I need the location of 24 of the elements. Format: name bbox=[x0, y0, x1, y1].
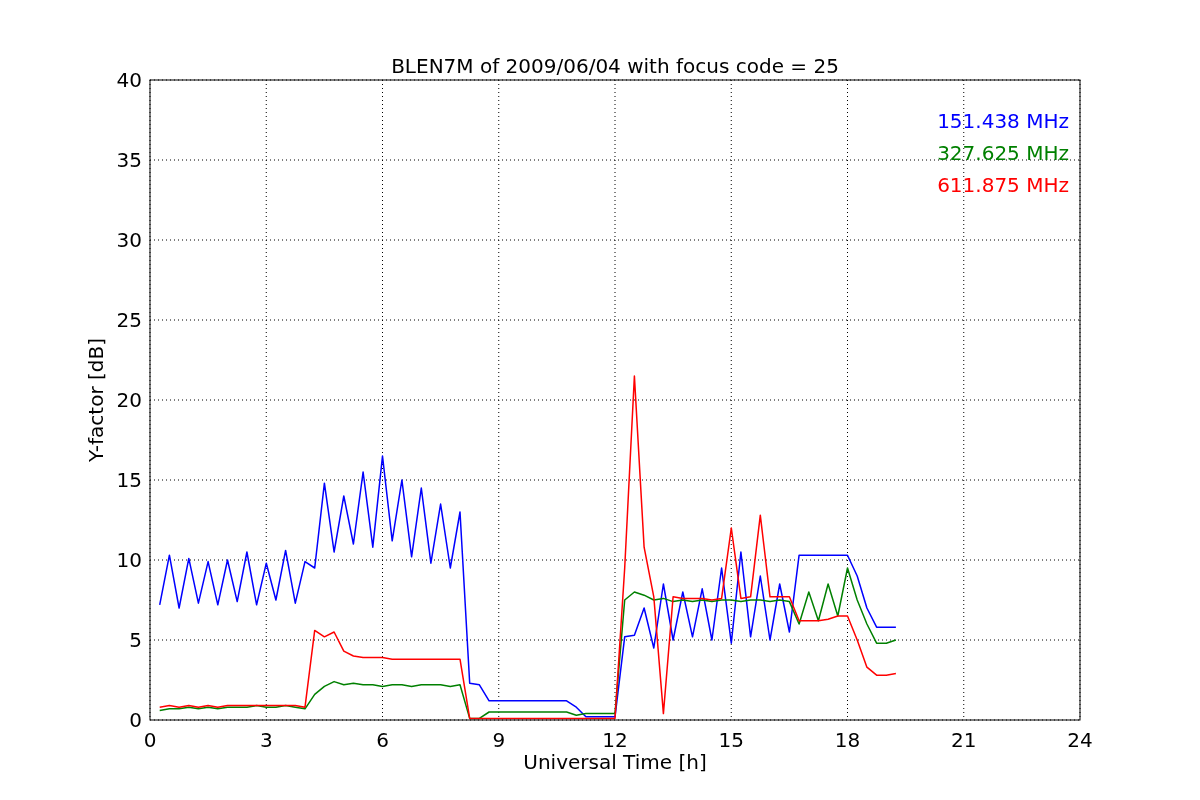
x-tick-label: 15 bbox=[718, 728, 744, 752]
legend-label: 611.875 MHz bbox=[937, 173, 1069, 197]
y-axis-label: Y-factor [dB] bbox=[84, 338, 108, 462]
legend-label: 327.625 MHz bbox=[937, 141, 1069, 165]
x-tick-label: 24 bbox=[1067, 728, 1093, 752]
x-tick-label: 0 bbox=[143, 728, 157, 752]
x-tick-label: 3 bbox=[259, 728, 273, 752]
y-tick-label: 10 bbox=[116, 548, 142, 572]
legend-label: 151.438 MHz bbox=[937, 109, 1069, 133]
y-tick-label: 20 bbox=[116, 388, 142, 412]
y-tick-label: 40 bbox=[116, 68, 142, 92]
chart-title: BLEN7M of 2009/06/04 with focus code = 25 bbox=[391, 54, 839, 78]
x-tick-label: 18 bbox=[834, 728, 861, 752]
x-tick-label: 21 bbox=[951, 728, 977, 752]
y-tick-label: 15 bbox=[116, 468, 142, 492]
x-tick-label: 6 bbox=[376, 728, 389, 752]
y-tick-label: 25 bbox=[116, 308, 142, 332]
y-tick-label: 0 bbox=[129, 708, 142, 732]
y-tick-label: 5 bbox=[129, 628, 142, 652]
y-tick-label: 35 bbox=[116, 148, 142, 172]
x-tick-label: 12 bbox=[602, 728, 628, 752]
x-tick-label: 9 bbox=[492, 728, 506, 752]
x-axis-label: Universal Time [h] bbox=[523, 750, 707, 774]
y-tick-label: 30 bbox=[116, 228, 142, 252]
